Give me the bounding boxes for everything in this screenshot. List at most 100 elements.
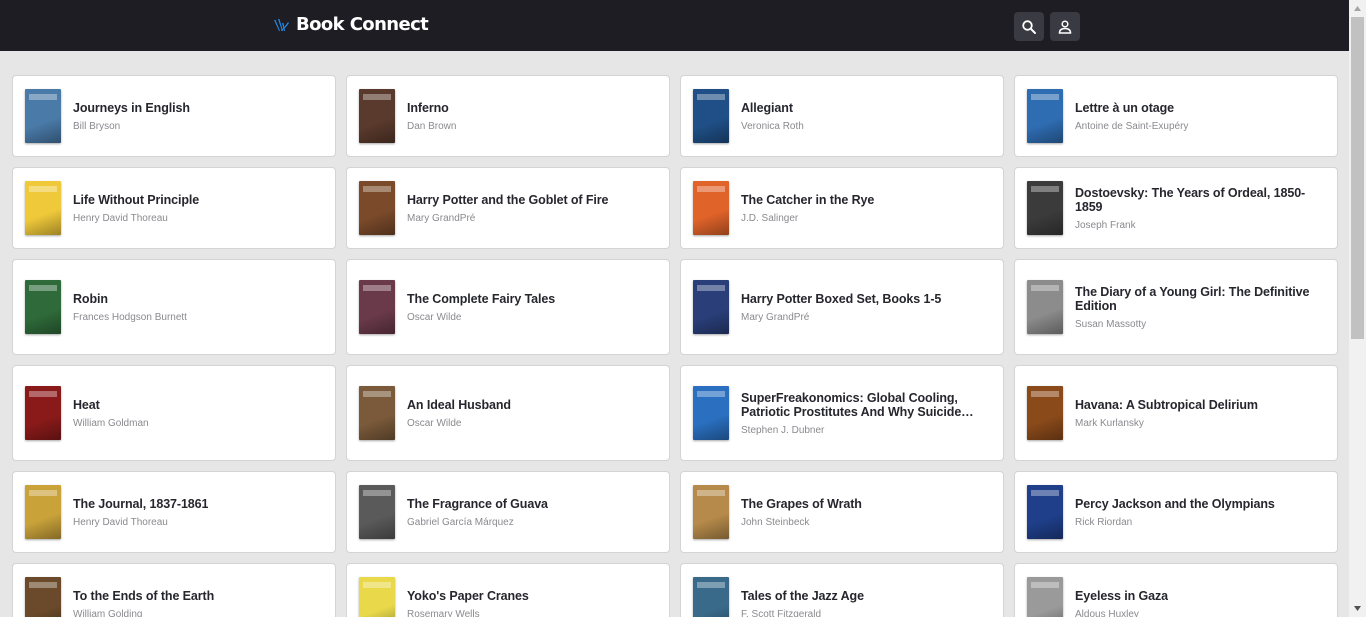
- book-info: Journeys in English Bill Bryson: [73, 101, 190, 132]
- book-info: Harry Potter and the Goblet of Fire Mary …: [407, 193, 608, 224]
- book-author: Henry David Thoreau: [73, 516, 168, 528]
- book-cover-image: [25, 89, 61, 143]
- book-title: Havana: A Subtropical Delirium: [1075, 397, 1258, 412]
- book-card[interactable]: The Fragrance of Guava Gabriel García Már…: [346, 471, 670, 553]
- book-card[interactable]: Havana: A Subtropical Delirium Mark Kurla…: [1014, 365, 1338, 461]
- book-author: Bill Bryson: [73, 120, 121, 132]
- book-title: Life Without Principle: [73, 192, 200, 207]
- book-title: To the Ends of the Earth: [73, 588, 215, 603]
- book-author: J.D. Salinger: [741, 212, 799, 224]
- book-author: Frances Hodgson Burnett: [73, 311, 187, 323]
- book-cover-image: [1027, 280, 1063, 334]
- book-title: An Ideal Husband: [407, 397, 511, 412]
- book-info: The Fragrance of Guava Gabriel García Már…: [407, 497, 548, 528]
- book-author: Oscar Wilde: [407, 417, 462, 429]
- book-card[interactable]: Robin Frances Hodgson Burnett: [12, 259, 336, 355]
- book-card[interactable]: Inferno Dan Brown: [346, 75, 670, 157]
- scroll-up-arrow-icon[interactable]: [1349, 0, 1366, 17]
- book-info: The Diary of a Young Girl: The Definitiv…: [1075, 285, 1325, 330]
- book-author: Mary GrandPré: [741, 311, 810, 323]
- book-author: Rosemary Wells: [407, 608, 480, 617]
- book-card[interactable]: SuperFreakonomics: Global Cooling, Patri…: [680, 365, 1004, 461]
- book-info: SuperFreakonomics: Global Cooling, Patri…: [741, 391, 991, 436]
- brand-title: Book Connect: [296, 14, 429, 35]
- book-cover-image: [359, 181, 395, 235]
- book-cover-image: [359, 386, 395, 440]
- book-card[interactable]: The Catcher in the Rye J.D. Salinger: [680, 167, 1004, 249]
- book-card[interactable]: Yoko's Paper Cranes Rosemary Wells: [346, 563, 670, 617]
- book-title: Yoko's Paper Cranes: [407, 588, 529, 603]
- search-icon: [1022, 19, 1036, 34]
- book-card[interactable]: Dostoevsky: The Years of Ordeal, 1850-18…: [1014, 167, 1338, 249]
- book-info: Yoko's Paper Cranes Rosemary Wells: [407, 589, 529, 617]
- book-card[interactable]: To the Ends of the Earth William Golding: [12, 563, 336, 617]
- book-cover-image: [1027, 89, 1063, 143]
- book-title: Tales of the Jazz Age: [741, 588, 864, 603]
- book-card[interactable]: Harry Potter Boxed Set, Books 1-5 Mary Gr…: [680, 259, 1004, 355]
- book-info: The Grapes of Wrath John Steinbeck: [741, 497, 862, 528]
- book-author: Stephen J. Dubner: [741, 424, 825, 436]
- app-header: Book Connect: [0, 0, 1349, 51]
- account-button[interactable]: [1050, 12, 1080, 41]
- logo-icon: [274, 18, 289, 31]
- book-info: Inferno Dan Brown: [407, 101, 456, 132]
- scrollbar-thumb[interactable]: [1351, 17, 1364, 339]
- book-card[interactable]: An Ideal Husband Oscar Wilde: [346, 365, 670, 461]
- book-card[interactable]: The Complete Fairy Tales Oscar Wilde: [346, 259, 670, 355]
- book-card[interactable]: The Grapes of Wrath John Steinbeck: [680, 471, 1004, 553]
- book-card[interactable]: Allegiant Veronica Roth: [680, 75, 1004, 157]
- book-title: The Journal, 1837-1861: [73, 496, 209, 511]
- book-info: An Ideal Husband Oscar Wilde: [407, 398, 511, 429]
- book-title: Percy Jackson and the Olympians: [1075, 496, 1275, 511]
- book-list: Journeys in English Bill Bryson Inferno Dan…: [12, 75, 1338, 617]
- book-card[interactable]: Harry Potter and the Goblet of Fire Mary …: [346, 167, 670, 249]
- book-card[interactable]: Eyeless in Gaza Aldous Huxley: [1014, 563, 1338, 617]
- book-author: Henry David Thoreau: [73, 212, 168, 224]
- book-info: Heat William Goldman: [73, 398, 149, 429]
- book-cover-image: [693, 280, 729, 334]
- book-author: Dan Brown: [407, 120, 457, 132]
- book-title: The Diary of a Young Girl: The Definitiv…: [1075, 284, 1310, 313]
- book-cover-image: [1027, 485, 1063, 539]
- book-info: The Journal, 1837-1861 Henry David Thorea…: [73, 497, 208, 528]
- book-title: SuperFreakonomics: Global Cooling, Patri…: [741, 390, 962, 419]
- book-info: Lettre à un otage Antoine de Saint-Exupér…: [1075, 101, 1188, 132]
- book-card[interactable]: The Journal, 1837-1861 Henry David Thorea…: [12, 471, 336, 553]
- book-cover-image: [25, 181, 61, 235]
- book-cover-image: [359, 89, 395, 143]
- brand[interactable]: Book Connect: [272, 14, 429, 35]
- search-button[interactable]: [1014, 12, 1044, 41]
- book-info: Robin Frances Hodgson Burnett: [73, 292, 187, 323]
- book-card[interactable]: Life Without Principle Henry David Thorea…: [12, 167, 336, 249]
- book-cover-image: [25, 485, 61, 539]
- book-card[interactable]: Lettre à un otage Antoine de Saint-Exupér…: [1014, 75, 1338, 157]
- book-author: Joseph Frank: [1075, 219, 1136, 231]
- book-author: Veronica Roth: [741, 120, 804, 132]
- book-title: The Catcher in the Rye: [741, 192, 875, 207]
- book-title: Harry Potter and the Goblet of Fire: [407, 192, 609, 207]
- book-card[interactable]: Heat William Goldman: [12, 365, 336, 461]
- book-cover-image: [25, 280, 61, 334]
- book-title: Heat: [73, 397, 100, 412]
- book-info: To the Ends of the Earth William Golding: [73, 589, 214, 617]
- book-author: F. Scott Fitzgerald: [741, 608, 822, 617]
- book-author: Rick Riordan: [1075, 516, 1133, 528]
- book-cover-image: [1027, 577, 1063, 617]
- book-cover-image: [1027, 181, 1063, 235]
- book-info: The Complete Fairy Tales Oscar Wilde: [407, 292, 555, 323]
- book-info: Percy Jackson and the Olympians Rick Rior…: [1075, 497, 1275, 528]
- book-card[interactable]: Percy Jackson and the Olympians Rick Rior…: [1014, 471, 1338, 553]
- book-cover-image: [693, 577, 729, 617]
- book-card[interactable]: Journeys in English Bill Bryson: [12, 75, 336, 157]
- vertical-scrollbar[interactable]: [1349, 0, 1366, 617]
- book-info: Life Without Principle Henry David Thorea…: [73, 193, 199, 224]
- scroll-down-arrow-icon[interactable]: [1349, 600, 1366, 617]
- book-card[interactable]: Tales of the Jazz Age F. Scott Fitzgerald: [680, 563, 1004, 617]
- book-info: The Catcher in the Rye J.D. Salinger: [741, 193, 874, 224]
- book-title: Journeys in English: [73, 100, 190, 115]
- book-author: Antoine de Saint-Exupéry: [1075, 120, 1189, 132]
- book-author: Oscar Wilde: [407, 311, 462, 323]
- book-author: Mary GrandPré: [407, 212, 476, 224]
- book-card[interactable]: The Diary of a Young Girl: The Definitiv…: [1014, 259, 1338, 355]
- book-cover-image: [693, 386, 729, 440]
